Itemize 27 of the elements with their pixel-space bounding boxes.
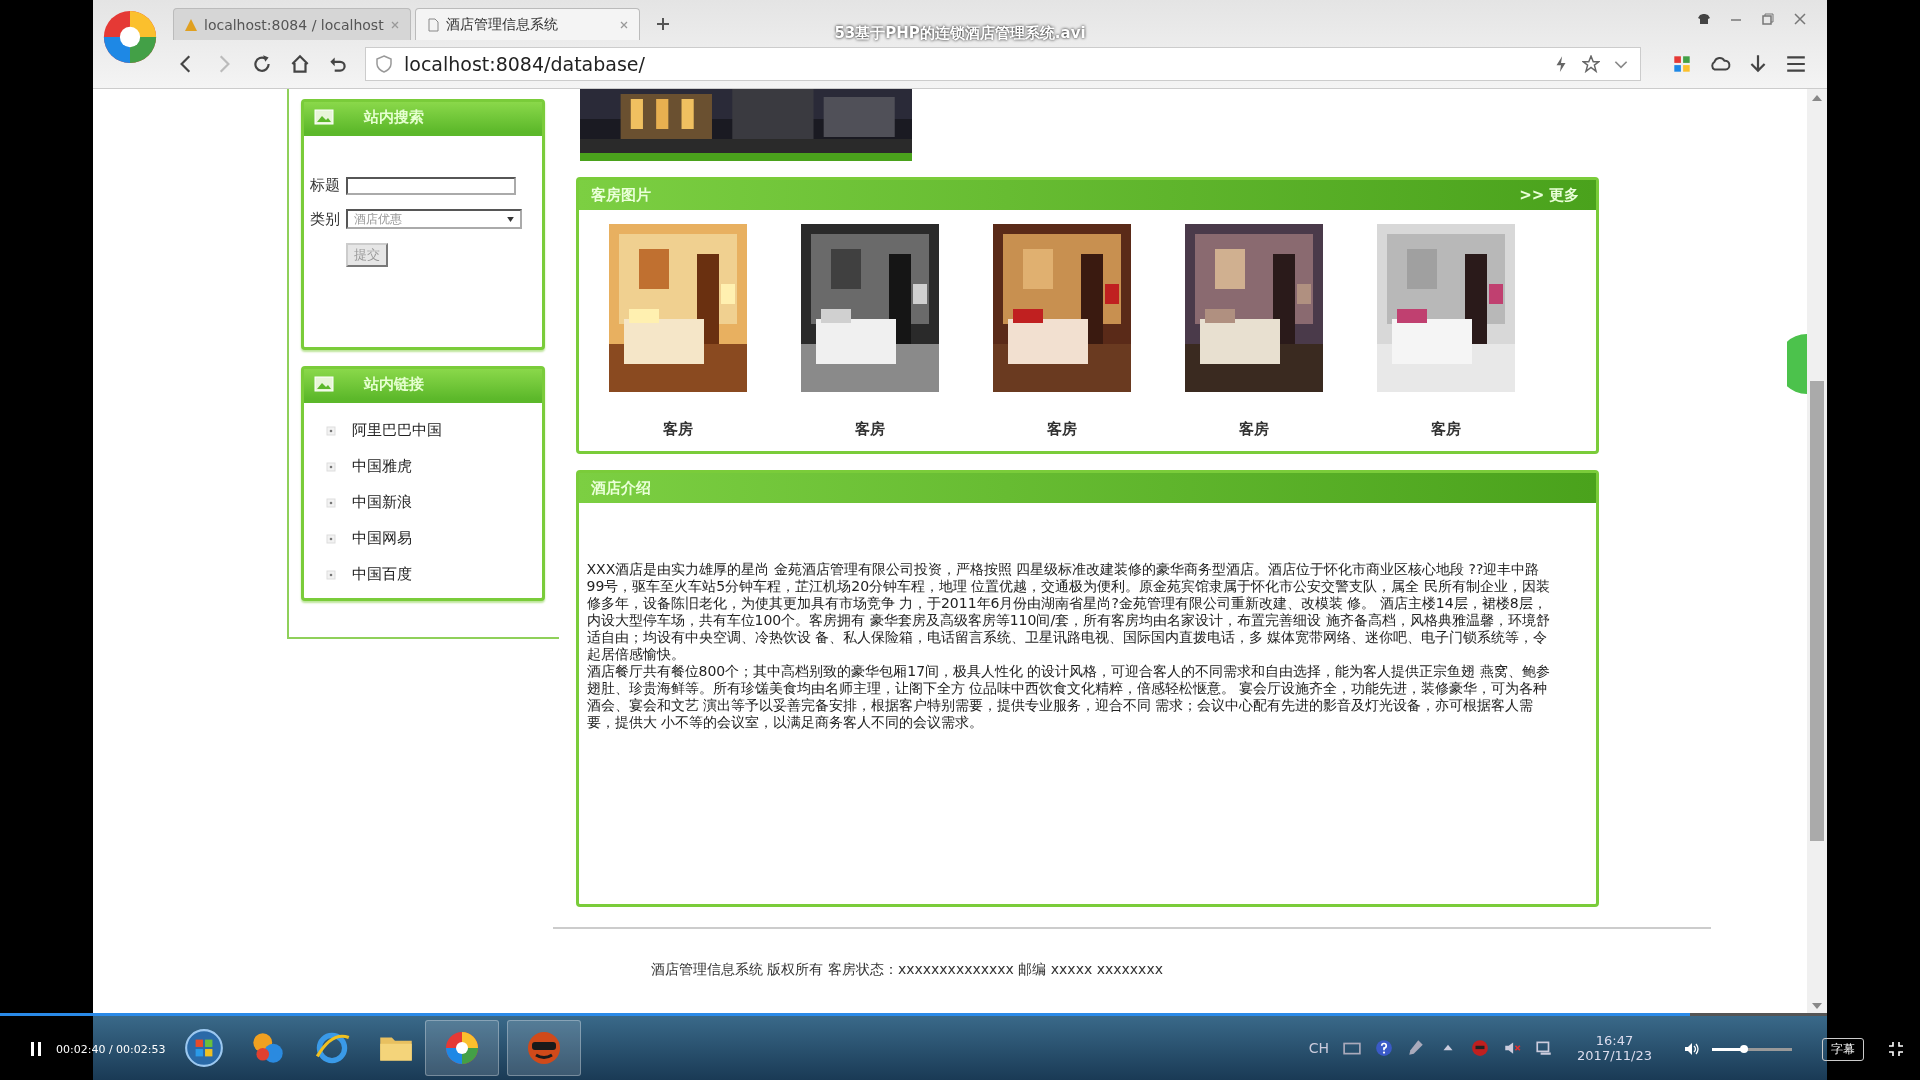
browser-tab[interactable]: localhost:8084 / localhost — [173, 8, 411, 40]
sidebar-link[interactable]: 中国网易 — [351, 529, 412, 548]
subtitle-button[interactable]: 字幕 — [1822, 1037, 1864, 1061]
sidebar-link[interactable]: 中国新浪 — [351, 493, 412, 512]
language-indicator[interactable]: CH — [1308, 1039, 1330, 1056]
section-title: 酒店介绍 — [590, 478, 651, 498]
field-label: 类别 — [309, 209, 341, 229]
room-caption: 客房 — [1430, 420, 1461, 439]
sidebar-link[interactable]: 中国百度 — [351, 565, 412, 584]
room-caption: 客房 — [1238, 420, 1269, 439]
section-title: 客房图片 — [590, 185, 651, 205]
sidebar-link[interactable]: 中国雅虎 — [351, 457, 412, 476]
panel-title: 站内链接 — [363, 374, 424, 394]
sidebar-link[interactable]: 阿里巴巴中国 — [351, 421, 442, 440]
intro-paragraph: 酒店餐厅共有餐位800个；其中高档别致的豪华包厢17间，极具人性化 的设计风格，可迎合客人的不同需求和自由选择，能为客人提供正宗鱼翅 燕窝、鲍参翅肚、珍贵海鲜等。所有珍馐美食均由名师主理，让阁下全方 位品味中西饮食文化精粹，倍感轻松惬意。 宴会厅设施齐全，功能先进，装修豪华，可为各种酒会、宴会和文艺 演出等予以妥善完备安排，根据客户特别需要，提供专业服务，迎合不同 需求；会议中心配有先进的影音及灯光设备，亦可根据客人需要，提供大 小不等的会议室，以满足商务客人不同的会议需求。 — [586, 663, 1551, 731]
panel-title: 站内搜索 — [363, 107, 424, 127]
room-caption: 客房 — [854, 420, 885, 439]
address-bar[interactable]: localhost:8084/database/ — [365, 47, 1641, 81]
browser-tab[interactable]: 酒店管理信息系统 — [414, 8, 640, 40]
room-caption: 客房 — [1046, 420, 1077, 439]
field-label: 标题 — [309, 176, 341, 195]
intro-paragraph: XXX酒店是由实力雄厚的星尚 金苑酒店管理有限公司投资，严格按照 四星级标准改建装修的豪华商务型酒店。酒店位于怀化市商业区核心地段 ??迎丰中路99号，驱车至火车站5分钟车程，芷江机场20分钟车程，地理 位置优越，交通极为便利。原金苑宾馆隶属于怀化市公安交警支队，属全 民所有制企业，因装修多年，设备陈旧老化，为使其更加具有市场竞争 力，于2011年6月份由湖南省星尚?金苑管理有限公司重新改建、改模装 修。 酒店主楼14层，裙楼8层，内设大型停车场，共有车位100个。客房拥有 豪华套房及高级客房等110间/套，所有客房均由名家设计，布置完善细设 施齐备高档，风格典雅温馨，环境舒适自由；均设有中央空调、冷热饮设 备、私人保险箱，电话留言系统、卫星讯路电视、国际国内直拨电话，多 媒体宽带网络、迷你吧、电子门锁系统等，令起居倍感愉快。 — [586, 561, 1551, 663]
room-caption: 客房 — [662, 420, 693, 439]
clock[interactable]: 16:47 2017/11/23 — [1577, 1032, 1652, 1063]
video-title: 53基于PHP的连锁酒店管理系统.avi — [834, 24, 1086, 43]
footer-text: 酒店管理信息系统 版权所有 客房状态：xxxxxxxxxxxxxx 邮编 xxxxx xxxxxxxx — [651, 961, 1163, 977]
playback-time: 00:02:40 / 00:02:53 — [56, 1042, 166, 1056]
